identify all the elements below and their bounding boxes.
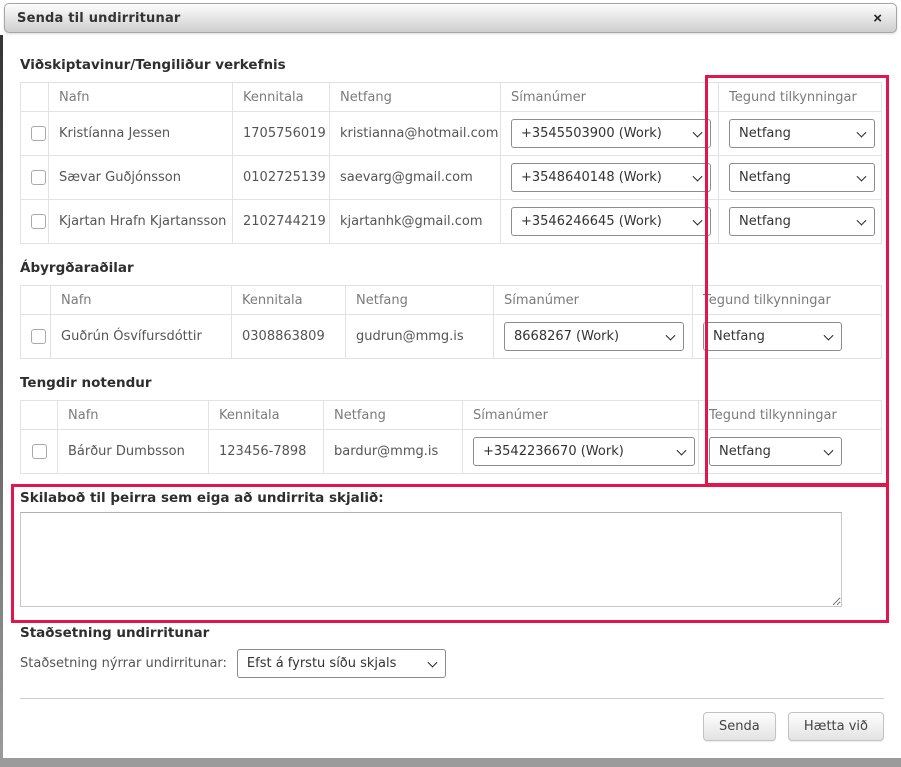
cell-name: Guðrún Ósvífursdóttir xyxy=(51,315,232,359)
header-checkbox-column xyxy=(21,401,58,430)
dialog-footer: Senda Hætta við xyxy=(20,698,884,751)
cell-name: Sævar Guðjónsson xyxy=(49,156,233,200)
table-header-row: Nafn Kennitala Netfang Símanúmer Tegund … xyxy=(21,401,882,430)
placement-select[interactable]: Efst á fyrstu síðu skjals xyxy=(237,649,446,678)
close-icon[interactable]: × xyxy=(871,11,884,26)
section-title-connected-users: Tengdir notendur xyxy=(20,375,884,391)
client-contacts-table: Nafn Kennitala Netfang Símanúmer Tegund … xyxy=(20,82,882,244)
header-checkbox-column xyxy=(21,83,49,112)
notification-type-select[interactable]: Netfang xyxy=(729,163,875,192)
table-header-row: Nafn Kennitala Netfang Símanúmer Tegund … xyxy=(21,286,882,315)
header-kennitala: Kennitala xyxy=(232,286,346,315)
cell-kennitala: 0308863809 xyxy=(232,315,346,359)
header-kennitala: Kennitala xyxy=(209,401,324,430)
notification-type-select[interactable]: Netfang xyxy=(709,437,842,466)
header-simanumer: Símanúmer xyxy=(463,401,699,430)
responsible-parties-table: Nafn Kennitala Netfang Símanúmer Tegund … xyxy=(20,285,882,359)
section-connected-users: Tengdir notendur Nafn Kennitala Netfang … xyxy=(20,375,884,474)
table-header-row: Nafn Kennitala Netfang Símanúmer Tegund … xyxy=(21,83,882,112)
cell-name: Bárður Dumbsson xyxy=(58,430,209,474)
cell-netfang: saevarg@gmail.com xyxy=(330,156,501,200)
dialog-content: Viðskiptavinur/Tengiliður verkefnis Nafn… xyxy=(3,33,901,751)
page-background-bottom-edge xyxy=(0,758,901,767)
row-checkbox[interactable] xyxy=(31,329,46,344)
phone-select[interactable]: +3548640148 (Work) xyxy=(511,163,711,192)
cell-netfang: bardur@mmg.is xyxy=(324,430,463,474)
header-checkbox-column xyxy=(21,286,51,315)
cell-kennitala: 1705756019 xyxy=(233,112,330,156)
placement-heading: Staðsetning undirritunar xyxy=(20,625,884,641)
phone-select[interactable]: +3546246645 (Work) xyxy=(511,207,711,236)
header-name: Nafn xyxy=(51,286,232,315)
cell-kennitala: 123456-7898 xyxy=(209,430,324,474)
header-simanumer: Símanúmer xyxy=(501,83,719,112)
cancel-button[interactable]: Hætta við xyxy=(788,712,884,741)
cell-netfang: gudrun@mmg.is xyxy=(346,315,494,359)
phone-select[interactable]: +3545503900 (Work) xyxy=(511,119,711,148)
header-tegund: Tegund tilkynningar xyxy=(693,286,882,315)
connected-users-table: Nafn Kennitala Netfang Símanúmer Tegund … xyxy=(20,400,882,474)
table-row: Guðrún Ósvífursdóttir 0308863809 gudrun@… xyxy=(21,315,882,359)
cell-kennitala: 0102725139 xyxy=(233,156,330,200)
placement-row: Staðsetning nýrrar undirritunar: Efst á … xyxy=(20,649,884,678)
notification-type-select[interactable]: Netfang xyxy=(729,207,875,236)
table-row: Bárður Dumbsson 123456-7898 bardur@mmg.i… xyxy=(21,430,882,474)
cell-netfang: kjartanhk@gmail.com xyxy=(330,200,501,244)
row-checkbox[interactable] xyxy=(31,126,46,141)
message-label: Skilaboð til þeirra sem eiga að undirrit… xyxy=(20,490,884,506)
dialog-title: Senda til undirritunar xyxy=(17,11,871,26)
placement-label: Staðsetning nýrrar undirritunar: xyxy=(20,656,227,671)
cell-netfang: kristianna@hotmail.com xyxy=(330,112,501,156)
row-checkbox[interactable] xyxy=(31,214,46,229)
message-block: Skilaboð til þeirra sem eiga að undirrit… xyxy=(20,490,884,607)
header-kennitala: Kennitala xyxy=(233,83,330,112)
row-checkbox[interactable] xyxy=(32,444,47,459)
section-responsible-parties: Ábyrgðaraðilar Nafn Kennitala Netfang Sí… xyxy=(20,260,884,359)
send-for-signature-dialog: Senda til undirritunar × Viðskiptavinur/… xyxy=(3,0,901,758)
header-tegund: Tegund tilkynningar xyxy=(699,401,882,430)
section-title-client-contacts: Viðskiptavinur/Tengiliður verkefnis xyxy=(20,57,884,73)
notification-type-select[interactable]: Netfang xyxy=(703,322,842,351)
section-title-responsible-parties: Ábyrgðaraðilar xyxy=(20,260,884,276)
phone-select[interactable]: +3542236670 (Work) xyxy=(473,437,695,466)
phone-select[interactable]: 8668267 (Work) xyxy=(504,322,684,351)
header-name: Nafn xyxy=(49,83,233,112)
message-textarea[interactable] xyxy=(20,512,842,607)
table-row: Kristíanna Jessen 1705756019 kristianna@… xyxy=(21,112,882,156)
header-name: Nafn xyxy=(58,401,209,430)
header-tegund: Tegund tilkynningar xyxy=(719,83,882,112)
header-netfang: Netfang xyxy=(346,286,494,315)
section-client-contacts: Viðskiptavinur/Tengiliður verkefnis Nafn… xyxy=(20,57,884,244)
header-netfang: Netfang xyxy=(324,401,463,430)
cell-name: Kristíanna Jessen xyxy=(49,112,233,156)
cell-name: Kjartan Hrafn Kjartansson xyxy=(49,200,233,244)
signature-placement-block: Staðsetning undirritunar Staðsetning nýr… xyxy=(20,625,884,678)
dialog-titlebar: Senda til undirritunar × xyxy=(4,3,897,33)
row-checkbox[interactable] xyxy=(31,170,46,185)
cell-kennitala: 2102744219 xyxy=(233,200,330,244)
header-netfang: Netfang xyxy=(330,83,501,112)
notification-type-select[interactable]: Netfang xyxy=(729,119,875,148)
table-row: Kjartan Hrafn Kjartansson 2102744219 kja… xyxy=(21,200,882,244)
send-button[interactable]: Senda xyxy=(703,712,776,741)
header-simanumer: Símanúmer xyxy=(494,286,693,315)
table-row: Sævar Guðjónsson 0102725139 saevarg@gmai… xyxy=(21,156,882,200)
